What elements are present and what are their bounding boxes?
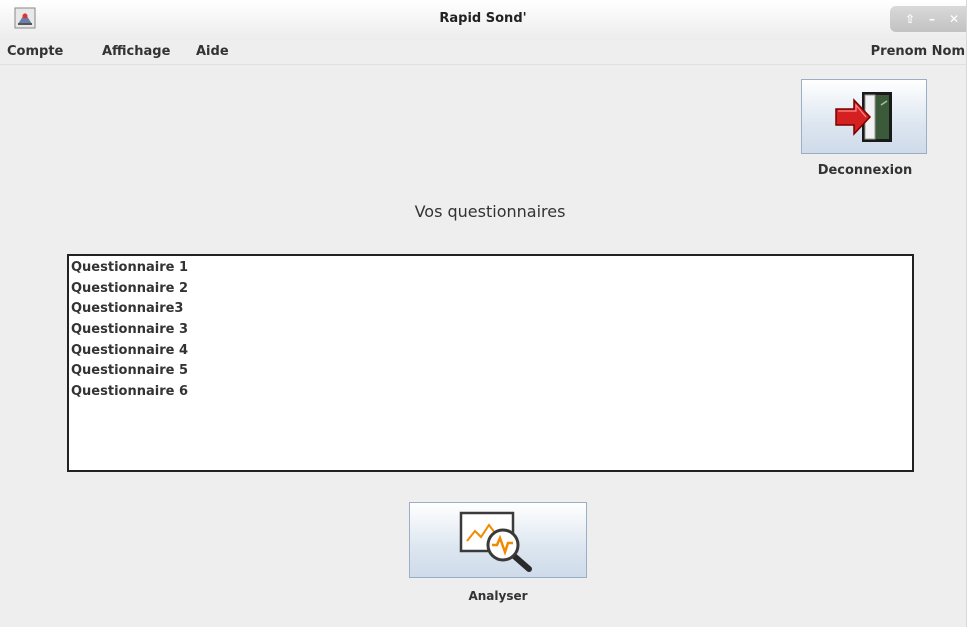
window-controls: ⇧ – ✕	[890, 6, 966, 32]
menu-affichage[interactable]: Affichage	[102, 44, 170, 59]
logout-label: Deconnexion	[817, 163, 913, 178]
menu-compte[interactable]: Compte	[7, 44, 63, 59]
questionnaire-list[interactable]: Questionnaire 1 Questionnaire 2 Question…	[67, 254, 914, 472]
title-bar[interactable]: Rapid Sond' ⇧ – ✕	[0, 0, 966, 41]
list-item[interactable]: Questionnaire 2	[71, 279, 910, 300]
maximize-icon[interactable]: ⇧	[905, 13, 915, 25]
list-item[interactable]: Questionnaire 1	[71, 258, 910, 279]
list-item[interactable]: Questionnaire 6	[71, 382, 910, 403]
menu-bar: Compte Affichage Aide Prenom Nom	[0, 40, 966, 65]
list-item[interactable]: Questionnaire 5	[71, 361, 910, 382]
logout-door-icon	[835, 91, 892, 142]
analyze-button[interactable]	[409, 502, 587, 578]
close-icon[interactable]: ✕	[949, 13, 959, 25]
page-heading: Vos questionnaires	[414, 202, 566, 221]
minimize-icon[interactable]: –	[929, 13, 935, 25]
menu-aide[interactable]: Aide	[196, 44, 229, 59]
list-item[interactable]: Questionnaire 4	[71, 341, 910, 362]
list-item[interactable]: Questionnaire 3	[71, 320, 910, 341]
app-window: Rapid Sond' ⇧ – ✕ Compte Affichage Aide …	[0, 0, 967, 627]
chart-magnifier-icon	[459, 511, 532, 572]
analyze-label: Analyser	[468, 589, 528, 603]
window-title: Rapid Sond'	[439, 11, 527, 26]
list-item[interactable]: Questionnaire3	[71, 299, 910, 320]
logout-button[interactable]	[801, 79, 927, 154]
user-name[interactable]: Prenom Nom	[871, 44, 965, 59]
